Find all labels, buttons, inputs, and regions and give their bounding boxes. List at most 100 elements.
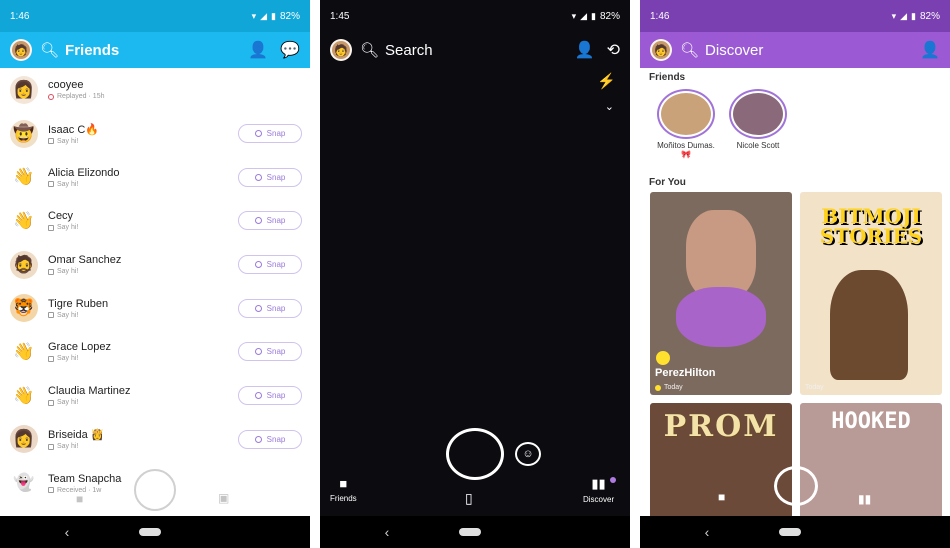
page-title[interactable]: Friends xyxy=(65,42,236,59)
battery-level: 82% xyxy=(279,10,300,22)
wifi-icon: ▾ xyxy=(891,10,897,21)
wifi-icon: ▾ xyxy=(571,10,577,21)
chat-status-icon xyxy=(48,93,54,100)
add-friend-icon[interactable]: 👤 xyxy=(248,40,268,60)
friend-status-text: Say hi! xyxy=(57,224,79,232)
friend-status: Say hi! xyxy=(48,312,238,319)
discover-icon[interactable]: ▮▮ xyxy=(858,492,871,506)
friend-row[interactable]: 🧔 Omar Sanchez Say hi! Snap xyxy=(0,243,310,287)
profile-avatar[interactable]: 🧑 xyxy=(10,39,32,61)
friend-list: 👩 cooyee Replayed · 15h 🤠 Isaac C🔥 Say hi! Sna… xyxy=(0,68,310,516)
snap-button[interactable]: Snap xyxy=(238,386,302,406)
bitmoji-graphic xyxy=(830,270,908,380)
chat-status-icon xyxy=(48,487,54,494)
friend-status-text: Say hi! xyxy=(57,399,79,407)
story-thumbnail xyxy=(661,93,711,135)
friend-info: Cecy Say hi! xyxy=(48,210,238,231)
profile-avatar[interactable]: 🧑 xyxy=(650,39,672,61)
signal-icon: ◢ xyxy=(580,10,588,21)
add-friend-icon[interactable]: 👤 xyxy=(575,40,595,60)
capture-button[interactable] xyxy=(134,469,176,511)
snap-button[interactable]: Snap xyxy=(238,429,302,449)
friend-name: cooyee xyxy=(48,79,84,92)
search-label[interactable]: Search xyxy=(385,42,563,59)
chat-status-icon xyxy=(48,138,54,145)
tile-date: Today xyxy=(805,384,824,391)
home-icon[interactable] xyxy=(139,528,162,536)
publisher-tile[interactable]: PROM xyxy=(650,403,792,523)
discover-icon[interactable]: ▣ xyxy=(218,491,229,505)
battery-level: 82% xyxy=(919,10,940,22)
lens-smiley-icon[interactable]: ☺ xyxy=(515,442,541,466)
friend-avatar: 👋 xyxy=(10,337,38,366)
camera-ring-icon xyxy=(254,392,262,400)
new-chat-icon[interactable]: 💬 xyxy=(280,40,300,60)
snap-label: Snap xyxy=(266,129,286,139)
publisher-tile[interactable]: PerezHilton Today xyxy=(650,192,792,395)
snap-button[interactable]: Snap xyxy=(238,298,302,318)
home-icon[interactable] xyxy=(459,528,482,536)
friend-status-text: Replayed · 15h xyxy=(57,93,105,101)
story-item[interactable]: Nicole Scott xyxy=(726,89,790,151)
story-item[interactable]: Moñitos Dumas. 🎀 xyxy=(654,89,718,160)
friend-row[interactable]: 👩 Briseida 👸 Say hi! Snap xyxy=(0,418,310,462)
friend-status: Say hi! xyxy=(48,268,238,275)
friend-row[interactable]: 👩 cooyee Replayed · 15h xyxy=(0,68,310,112)
capture-button[interactable] xyxy=(774,466,818,506)
for-you-section-title: For You xyxy=(649,177,686,188)
back-icon[interactable]: ‹ xyxy=(385,524,390,540)
story-label: Moñitos Dumas. 🎀 xyxy=(657,141,715,159)
friend-name: Isaac C🔥 xyxy=(48,123,99,136)
friend-row[interactable]: 👋 Alicia Elizondo Say hi! Snap xyxy=(0,155,310,199)
camera-ring-icon xyxy=(254,348,262,356)
battery-icon: ▮ xyxy=(271,10,276,21)
search-icon[interactable]: 🔍︎ xyxy=(680,41,699,59)
friend-status: Say hi! xyxy=(48,399,238,406)
chat-icon[interactable]: ■ xyxy=(76,492,83,506)
snap-label: Snap xyxy=(266,391,286,401)
back-icon[interactable]: ‹ xyxy=(705,524,710,540)
flip-camera-icon[interactable]: ⟲ xyxy=(607,40,620,60)
snap-label: Snap xyxy=(266,260,286,270)
friend-row[interactable]: 🐯 Tigre Ruben Say hi! Snap xyxy=(0,286,310,330)
home-icon[interactable] xyxy=(779,528,802,536)
snap-button[interactable]: Snap xyxy=(238,167,302,187)
tile-headline: BITMOJI STORIES xyxy=(819,204,923,248)
camera-ring-icon xyxy=(254,261,262,269)
back-icon[interactable]: ‹ xyxy=(65,524,70,540)
friend-row[interactable]: 👋 Claudia Martinez Say hi! Snap xyxy=(0,374,310,418)
camera-header: 🧑 🔍︎ Search 👤 ⟲ xyxy=(320,32,630,68)
capture-button[interactable] xyxy=(446,428,504,480)
snap-button[interactable]: Snap xyxy=(238,342,302,362)
search-icon[interactable]: 🔍︎ xyxy=(360,41,379,59)
snap-button[interactable]: Snap xyxy=(238,124,302,144)
friend-info: Isaac C🔥 Say hi! xyxy=(48,123,238,145)
discover-screen: 1:46 ▾ ◢ ▮ 82% 🧑 🔍︎ Discover 👤 Friends M… xyxy=(640,0,950,548)
friends-nav[interactable]: ■ Friends xyxy=(330,476,357,503)
friend-avatar: 🐯 xyxy=(10,294,38,323)
publisher-tile[interactable]: BITMOJI STORIES Today xyxy=(800,192,942,395)
friend-row[interactable]: 🤠 Isaac C🔥 Say hi! Snap xyxy=(0,112,310,156)
search-icon[interactable]: 🔍︎ xyxy=(40,41,59,59)
friends-header: 🧑 🔍︎ Friends 👤 💬 xyxy=(0,32,310,68)
tile-date: Today xyxy=(655,384,683,391)
snap-button[interactable]: Snap xyxy=(238,255,302,275)
snap-label: Snap xyxy=(266,303,286,313)
flash-off-icon[interactable]: ⚡ xyxy=(597,72,616,90)
chat-status-icon xyxy=(48,355,54,362)
friends-screen: 1:46 ▾ ◢ ▮ 82% 🧑 🔍︎ Friends 👤 💬 👩 cooyee R… xyxy=(0,0,310,548)
friend-info: Tigre Ruben Say hi! xyxy=(48,298,238,319)
profile-avatar[interactable]: 🧑 xyxy=(330,39,352,61)
snap-button[interactable]: Snap xyxy=(238,211,302,231)
memories-icon[interactable]: ▯ xyxy=(465,490,473,507)
add-friend-icon[interactable]: 👤 xyxy=(920,40,940,60)
chevron-down-icon[interactable]: ⌄ xyxy=(605,100,614,113)
system-nav-bar: ‹ xyxy=(0,516,310,548)
friend-row[interactable]: 👋 Cecy Say hi! Snap xyxy=(0,199,310,243)
friend-row[interactable]: 👋 Grace Lopez Say hi! Snap xyxy=(0,330,310,374)
friends-section-title: Friends xyxy=(649,72,686,83)
page-title[interactable]: Discover xyxy=(705,42,908,59)
story-ring xyxy=(729,89,787,139)
chat-icon[interactable]: ■ xyxy=(718,490,725,504)
friend-name: Claudia Martinez xyxy=(48,385,131,398)
